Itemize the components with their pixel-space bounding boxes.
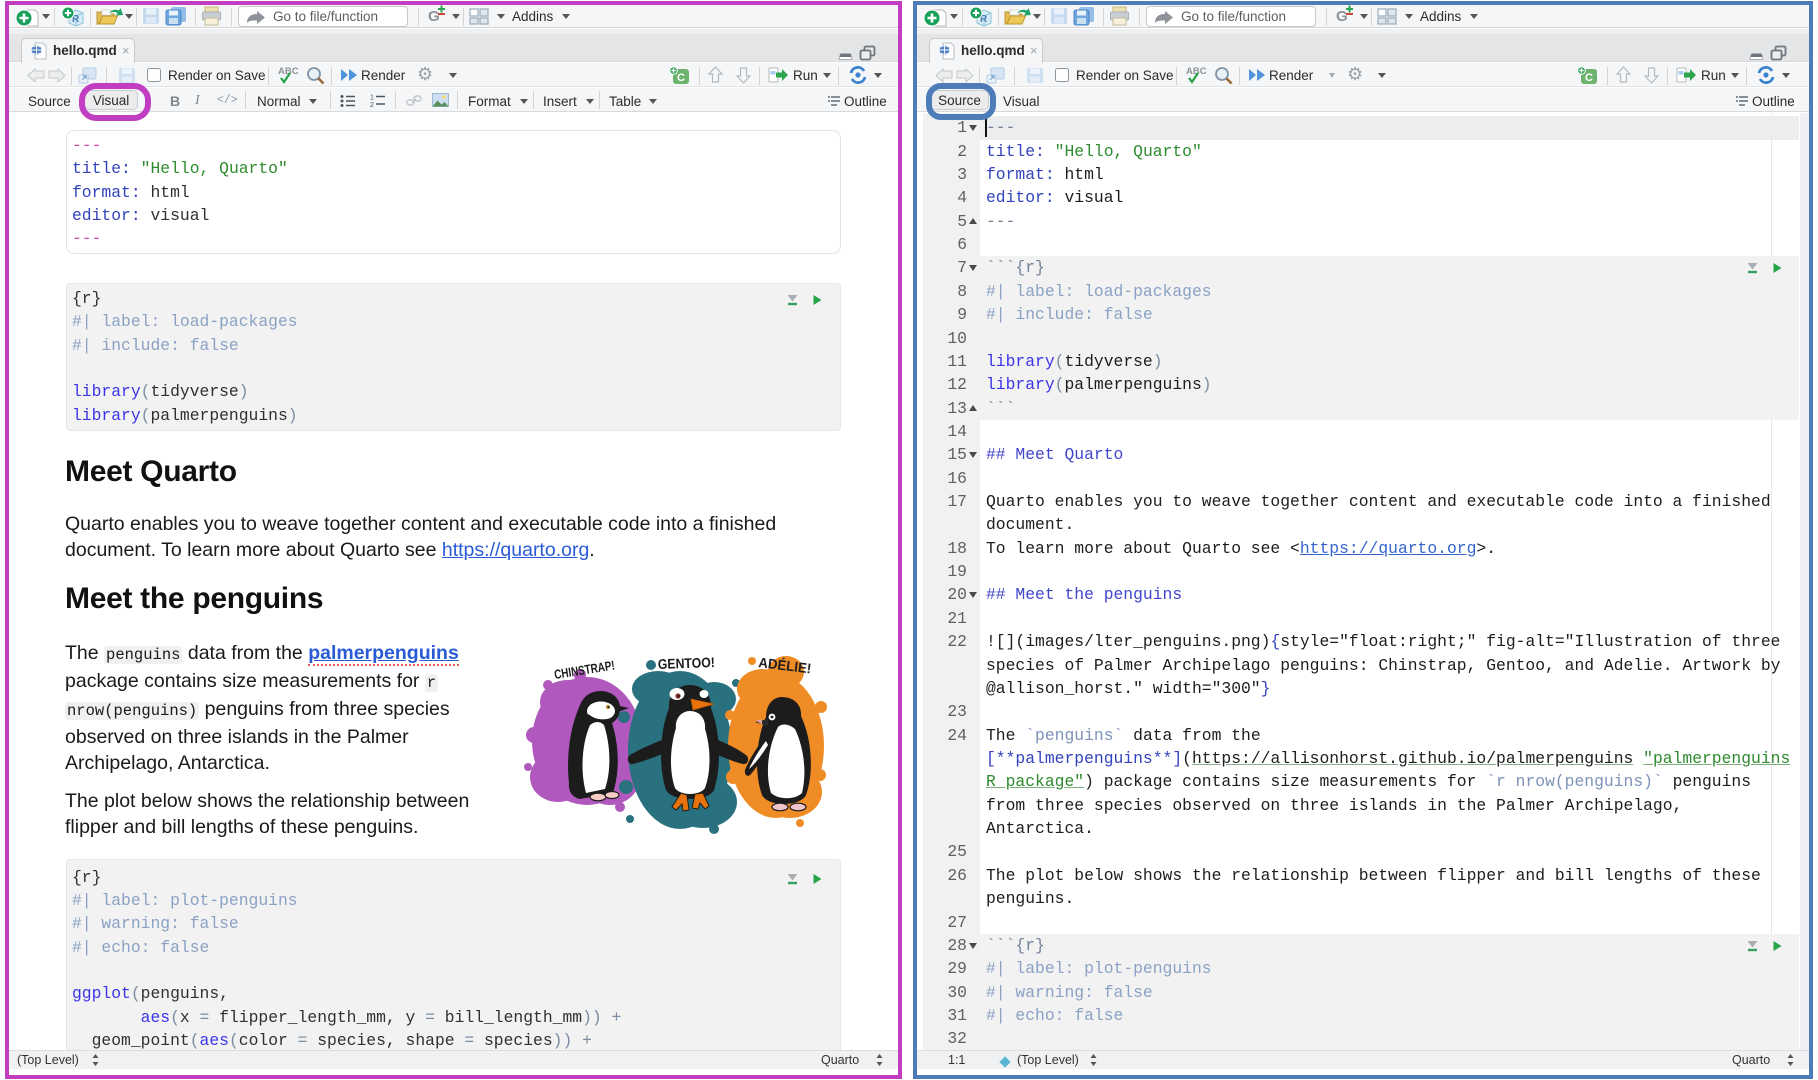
svg-text:G: G [428, 8, 440, 25]
svg-text:1: 1 [370, 95, 374, 102]
svg-text:G: G [1336, 8, 1348, 25]
svg-text:C: C [677, 72, 685, 84]
svg-text:2: 2 [370, 102, 374, 108]
svg-text:C: C [1585, 72, 1593, 84]
svg-text:GENTOO!: GENTOO! [658, 654, 716, 672]
